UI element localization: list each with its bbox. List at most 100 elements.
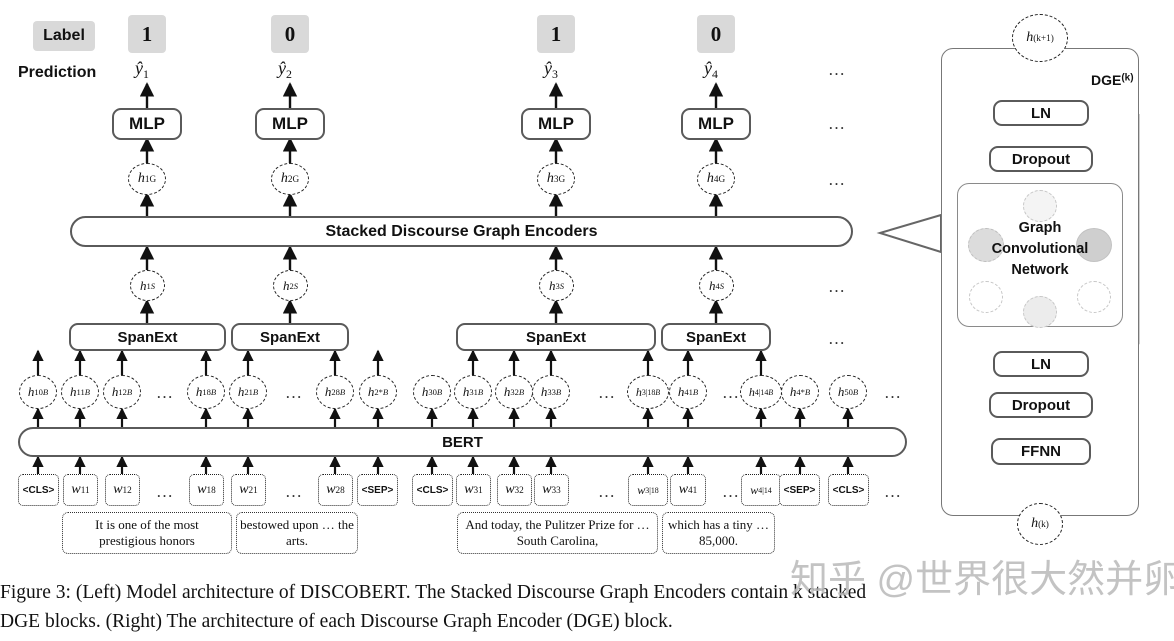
label-chip-3: 1 [537,15,575,53]
label-chip-4: 0 [697,15,735,53]
gcn-graph-node-bottom-left [969,281,1003,313]
bert-hidden-h414: h 4|14 B [740,375,782,409]
token-w18: w 18 [189,474,224,506]
dge-ffnn-box[interactable]: FFNN [991,438,1091,465]
ellipsis-hidden-3: … [598,383,617,402]
token-w32: w 32 [497,474,532,506]
token-cls-2: <CLS> [412,474,453,506]
gcn-label-line-3: Network [1011,262,1069,278]
gcn-label-line-2: Convolutional [991,241,1089,257]
graph-node-h2G: h2G [271,163,309,195]
graph-node-h4G: h4G [697,163,735,195]
stacked-discourse-graph-encoders-bar[interactable]: Stacked Discourse Graph Encoders [70,216,853,247]
token-w11: w 11 [63,474,98,506]
bert-hidden-h18: h 18 B [187,375,225,409]
ellipsis-graph-node-row: … [828,170,847,189]
ellipsis-hidden-1: … [156,383,175,402]
bert-hidden-h30: h 30 B [413,375,451,409]
dge-bottom-dropout-box[interactable]: Dropout [989,392,1093,418]
row-header-prediction: Prediction [18,64,97,81]
token-sep-2: <SEP> [779,474,820,506]
gcn-graph-node-bottom-right [1077,281,1111,313]
bert-bar[interactable]: BERT [18,427,907,457]
dge-top-ln-box[interactable]: LN [993,100,1089,126]
dge-top-dropout-box[interactable]: Dropout [989,146,1093,172]
label-chip-2: 0 [271,15,309,53]
bert-hidden-h33: h 33 B [532,375,570,409]
bert-hidden-h50: h 50 B [829,375,867,409]
label-chip-1: 1 [128,15,166,53]
prediction-yhat-4: ŷ4 [704,58,718,81]
bert-hidden-h41: h 41 B [669,375,707,409]
bert-hidden-h10: h 10 B [19,375,57,409]
prediction-yhat-2: ŷ2 [278,58,292,81]
token-w41: w 41 [670,474,706,506]
span-node-h4S: h4S [699,270,734,301]
bert-hidden-h12: h 12 B [103,375,141,409]
ellipsis-token-3: … [598,482,617,501]
mlp-box-3[interactable]: MLP [521,108,591,140]
gcn-graph-node-bottom [1023,296,1057,328]
bert-hidden-h2star: h 2* B [359,375,397,409]
sentence-box-4: which has a tiny … 85,000. [662,512,775,554]
ellipsis-token-5: … [884,482,903,501]
bert-hidden-h318: h 3|18 B [627,375,669,409]
prediction-yhat-1: ŷ1 [135,58,149,81]
spanext-box-2[interactable]: SpanExt [231,323,349,351]
mlp-box-4[interactable]: MLP [681,108,751,140]
bert-hidden-h21: h 21 B [229,375,267,409]
ellipsis-token-1: … [156,482,175,501]
token-w414: w 4|14 [741,474,781,506]
spanext-box-3[interactable]: SpanExt [456,323,656,351]
dge-output-node: h (k+1) [1012,14,1068,62]
token-cls-1: <CLS> [18,474,59,506]
spanext-box-1[interactable]: SpanExt [69,323,226,351]
dge-panel-title-superscript: (k) [1121,72,1134,84]
token-w12: w 12 [105,474,140,506]
bert-hidden-h31: h 31 B [454,375,492,409]
graph-node-h1G: h1G [128,163,166,195]
sentence-box-1: It is one of the most prestigious honors [62,512,232,554]
dge-bottom-ln-box[interactable]: LN [993,351,1089,377]
figure-caption-line-2: DGE blocks. (Right) The architecture of … [0,611,673,632]
ellipsis-hidden-2: … [285,383,304,402]
span-node-h1S: h1S [130,270,165,301]
token-w318: w 3|18 [628,474,668,506]
dge-panel-title: DGE(k) [1091,72,1134,88]
gcn-label: Graph Convolutional Network [957,218,1123,281]
token-cls-3: <CLS> [828,474,869,506]
graph-node-h3G: h3G [537,163,575,195]
sentence-box-2: bestowed upon … the arts. [236,512,358,554]
figure-caption-line-1: Figure 3: (Left) Model architecture of D… [0,582,867,603]
span-node-h3S: h3S [539,270,574,301]
mlp-box-2[interactable]: MLP [255,108,325,140]
token-w33: w 33 [534,474,569,506]
ellipsis-mlp-row: … [828,114,847,133]
ellipsis-hidden-5: … [884,383,903,402]
figure-discobert-architecture: Label Prediction 1 0 1 0 ŷ1 ŷ2 ŷ3 ŷ4 … M… [0,0,1174,641]
bert-hidden-h11: h 11 B [61,375,99,409]
dge-input-node: h (k) [1017,503,1063,545]
ellipsis-prediction-row: … [828,60,847,79]
ellipsis-hidden-4: … [722,383,741,402]
token-sep-1: <SEP> [357,474,398,506]
bert-hidden-h4star: h 4* B [781,375,819,409]
mlp-box-1[interactable]: MLP [112,108,182,140]
bert-hidden-h32: h 32 B [495,375,533,409]
sentence-box-3: And today, the Pulitzer Prize for … Sout… [457,512,658,554]
token-w28: w 28 [318,474,353,506]
spanext-box-4[interactable]: SpanExt [661,323,771,351]
token-w21: w 21 [231,474,266,506]
figure-caption: Figure 3: (Left) Model architecture of D… [0,578,1174,636]
ellipsis-span-node-row: … [828,277,847,296]
span-node-h2S: h2S [273,270,308,301]
bert-hidden-h28: h 28 B [316,375,354,409]
ellipsis-token-4: … [722,482,741,501]
token-w31: w 31 [456,474,491,506]
ellipsis-token-2: … [285,482,304,501]
prediction-yhat-3: ŷ3 [544,58,558,81]
gcn-label-line-1: Graph [1018,220,1062,236]
dge-panel-title-base: DGE [1091,72,1122,88]
row-header-label: Label [33,21,95,51]
ellipsis-spanext-row: … [828,329,847,348]
